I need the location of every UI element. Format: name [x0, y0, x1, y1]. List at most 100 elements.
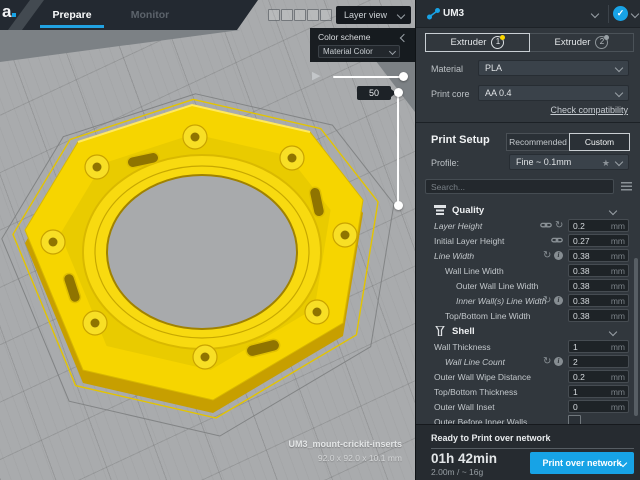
- print-status-bar: Ready to Print over network 01h 42min 2.…: [416, 424, 640, 480]
- machine-name: UM3: [443, 8, 464, 19]
- setting-unit: mm: [611, 221, 625, 231]
- setting-unit: mm: [611, 372, 625, 382]
- setting-row: Outer Wall Inset0mm: [416, 399, 640, 414]
- setting-value-input[interactable]: 1mm: [568, 385, 629, 398]
- setting-label: Wall Thickness: [434, 342, 491, 352]
- setting-row: Layer Height ↺ 0.2mm: [416, 218, 640, 233]
- custom-button[interactable]: Custom: [569, 133, 630, 151]
- tab-monitor[interactable]: Monitor: [122, 0, 178, 30]
- view-toolbar-icon-3[interactable]: [294, 9, 306, 21]
- setting-row: Outer Wall Wipe Distance 0.2 mm: [416, 369, 640, 384]
- setting-value: 0.2: [573, 372, 585, 382]
- layer-slider-track[interactable]: [397, 92, 399, 205]
- quality-icon: [434, 205, 446, 215]
- tab-extruder-2[interactable]: Extruder 2: [529, 33, 634, 52]
- view-mode-dropdown[interactable]: Layer view: [336, 6, 411, 24]
- chevron-down-icon: [615, 64, 623, 72]
- layer-slider-handle-bottom[interactable]: [394, 201, 403, 210]
- extruder-1-number: 1: [491, 36, 504, 49]
- model-3d[interactable]: [25, 105, 363, 413]
- info-icon[interactable]: i: [554, 296, 563, 305]
- setting-row: Initial Layer Height0.27mm: [416, 233, 640, 248]
- check-compatibility-link[interactable]: Check compatibility: [550, 105, 628, 115]
- collapse-icon[interactable]: [400, 34, 408, 42]
- setting-label: Layer Height: [434, 221, 482, 231]
- setting-value-input[interactable]: 0.2mm: [568, 219, 629, 232]
- link-icon: [540, 220, 552, 230]
- setting-value-input[interactable]: 0.27mm: [568, 234, 629, 247]
- recommended-button[interactable]: Recommended: [506, 133, 570, 151]
- view-toolbar-icon-2[interactable]: [281, 9, 293, 21]
- setting-value-input[interactable]: 0.38mm: [568, 264, 629, 277]
- color-scheme-panel: Color scheme Material Color: [310, 28, 415, 62]
- status-text: Ready to Print over network: [431, 433, 551, 443]
- setting-label: Inner Wall(s) Line Width: [456, 296, 546, 306]
- print-core-dropdown[interactable]: AA 0.4: [478, 85, 629, 101]
- chevron-down-icon[interactable]: [631, 10, 639, 18]
- setting-value-input[interactable]: 0.38mm: [568, 279, 629, 292]
- star-icon[interactable]: ★: [602, 156, 610, 170]
- settings-list: QualityLayer Height↺0.2mmInitial Layer H…: [416, 202, 640, 424]
- view-toolbar-icon-1[interactable]: [268, 9, 280, 21]
- search-input[interactable]: [425, 179, 614, 194]
- setting-value-input[interactable]: 0 mm: [568, 400, 629, 413]
- setting-label: Wall Line Count: [445, 357, 505, 367]
- setting-label: Outer Before Inner Walls: [434, 417, 527, 424]
- setting-unit: mm: [611, 402, 625, 412]
- chevron-down-icon: [389, 48, 396, 55]
- setting-value: 0.38: [573, 266, 590, 276]
- simulation-slider-handle[interactable]: [399, 72, 408, 81]
- section-header-shell[interactable]: Shell: [416, 323, 640, 339]
- setting-value-input[interactable]: 0.38mm: [568, 309, 629, 322]
- setting-unit: mm: [611, 251, 625, 261]
- divider: [608, 5, 609, 23]
- material-dropdown[interactable]: PLA: [478, 60, 629, 76]
- view-toolbar-icon-4[interactable]: [307, 9, 319, 21]
- chevron-down-icon: [609, 328, 617, 336]
- setting-value-input[interactable]: 2: [568, 355, 629, 368]
- setting-value: 0.38: [573, 281, 590, 291]
- setting-value: 1: [573, 342, 578, 352]
- link-icon: [540, 217, 552, 235]
- tab-prepare[interactable]: Prepare: [40, 0, 104, 30]
- color-scheme-dropdown[interactable]: Material Color: [318, 45, 400, 58]
- setting-label: Outer Wall Wipe Distance: [434, 372, 531, 382]
- machine-selector[interactable]: UM3 ✓: [416, 0, 640, 28]
- model-dimensions: 92.0 x 92.0 x 10.1 mm: [288, 453, 402, 463]
- info-icon[interactable]: i: [554, 357, 563, 366]
- setting-checkbox[interactable]: [568, 415, 581, 424]
- setting-value: 0: [573, 402, 578, 412]
- setting-row: Line Width↺i0.38mm: [416, 248, 640, 263]
- setting-row: Outer Wall Line Width 0.38mm: [416, 278, 640, 293]
- logo-dot: [12, 13, 16, 17]
- print-core-label: Print core: [431, 89, 470, 99]
- setting-value-input[interactable]: 0.2 mm: [568, 370, 629, 383]
- active-tab-underline: [40, 25, 104, 28]
- view-toolbar-icon-5[interactable]: [320, 9, 332, 21]
- reset-to-default-icon[interactable]: ↺: [543, 251, 551, 261]
- viewport-3d[interactable]: a Prepare Monitor Layer view Color schem…: [0, 0, 415, 480]
- print-over-network-button[interactable]: Print over network: [530, 452, 634, 474]
- setting-row-icons: ↺: [540, 219, 563, 232]
- setting-row: Wall Line Width0.38mm: [416, 263, 640, 278]
- reset-to-default-icon[interactable]: ↺: [543, 296, 551, 306]
- setting-value-input[interactable]: 0.38mm: [568, 249, 629, 262]
- play-simulation-button[interactable]: ▶: [312, 69, 320, 82]
- setting-value-input[interactable]: 0.38mm: [568, 294, 629, 307]
- tab-extruder-1[interactable]: Extruder 1: [425, 33, 530, 52]
- scrollbar-thumb[interactable]: [634, 258, 638, 416]
- setting-label: Top/Bottom Line Width: [445, 311, 531, 321]
- simulation-slider-track[interactable]: [333, 76, 403, 78]
- layer-number-badge: 50: [357, 86, 391, 100]
- profile-dropdown[interactable]: Fine ~ 0.1mm ★: [509, 154, 629, 170]
- layer-slider-handle-top[interactable]: [394, 88, 403, 97]
- setting-row-icons: ↺i: [543, 355, 563, 368]
- settings-filter-icon[interactable]: [621, 182, 632, 191]
- reset-to-default-icon[interactable]: ↺: [555, 221, 563, 231]
- info-icon[interactable]: i: [554, 251, 563, 260]
- setting-label: Outer Wall Line Width: [456, 281, 538, 291]
- reset-to-default-icon[interactable]: ↺: [543, 357, 551, 367]
- setting-unit: mm: [611, 311, 625, 321]
- section-header-quality[interactable]: Quality: [416, 202, 640, 218]
- setting-value-input[interactable]: 1mm: [568, 340, 629, 353]
